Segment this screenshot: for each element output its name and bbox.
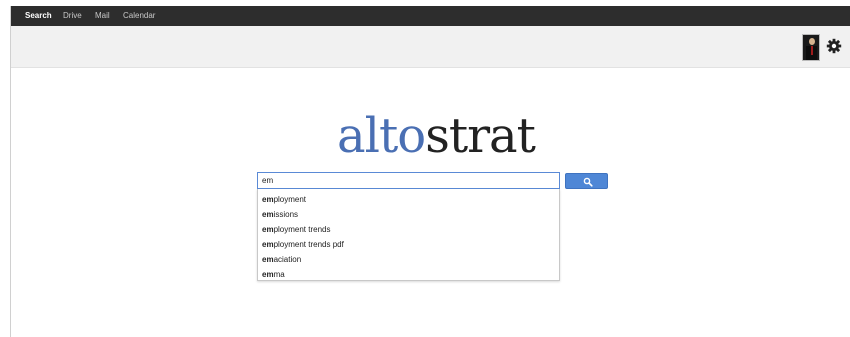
logo-part-strat: strat xyxy=(425,108,536,164)
suggestion-match: em xyxy=(262,195,274,204)
browser-page: Search Drive Mail Calendar altostrat em … xyxy=(10,6,850,337)
altostrat-logo: altostrat xyxy=(316,106,556,166)
suggestion-item[interactable]: emaciation xyxy=(262,252,301,267)
suggestion-match: em xyxy=(262,255,274,264)
avatar-head xyxy=(809,38,815,45)
top-nav-bar: Search Drive Mail Calendar xyxy=(11,6,850,26)
logo-part-alto: alto xyxy=(337,108,426,164)
suggestion-rest: ployment trends pdf xyxy=(273,240,344,249)
suggestion-rest: ma xyxy=(273,270,285,279)
header-bar xyxy=(11,26,850,68)
nav-search[interactable]: Search xyxy=(25,6,52,26)
autocomplete-dropdown: employment emissions employment trends e… xyxy=(257,189,560,281)
suggestion-match: em xyxy=(262,270,274,279)
nav-calendar[interactable]: Calendar xyxy=(123,6,155,26)
suggestion-match: em xyxy=(262,240,274,249)
nav-mail[interactable]: Mail xyxy=(95,6,110,26)
suggestion-match: em xyxy=(262,210,274,219)
suggestion-rest: aciation xyxy=(273,255,302,264)
suggestion-item[interactable]: emma xyxy=(262,267,285,282)
suggestion-rest: issions xyxy=(273,210,299,219)
search-button[interactable] xyxy=(565,173,608,189)
search-input[interactable] xyxy=(257,172,560,189)
suggestion-item[interactable]: employment trends pdf xyxy=(262,237,344,252)
avatar-tie xyxy=(811,46,813,55)
search-icon xyxy=(583,177,593,187)
suggestion-item[interactable]: employment trends xyxy=(262,222,330,237)
suggestion-item[interactable]: employment xyxy=(262,192,306,207)
gear-icon[interactable] xyxy=(826,38,842,54)
user-avatar[interactable] xyxy=(802,34,820,61)
nav-drive[interactable]: Drive xyxy=(63,6,82,26)
suggestion-match: em xyxy=(262,225,274,234)
suggestion-rest: ployment trends xyxy=(273,225,331,234)
suggestion-item[interactable]: emissions xyxy=(262,207,298,222)
suggestion-rest: ployment xyxy=(273,195,307,204)
